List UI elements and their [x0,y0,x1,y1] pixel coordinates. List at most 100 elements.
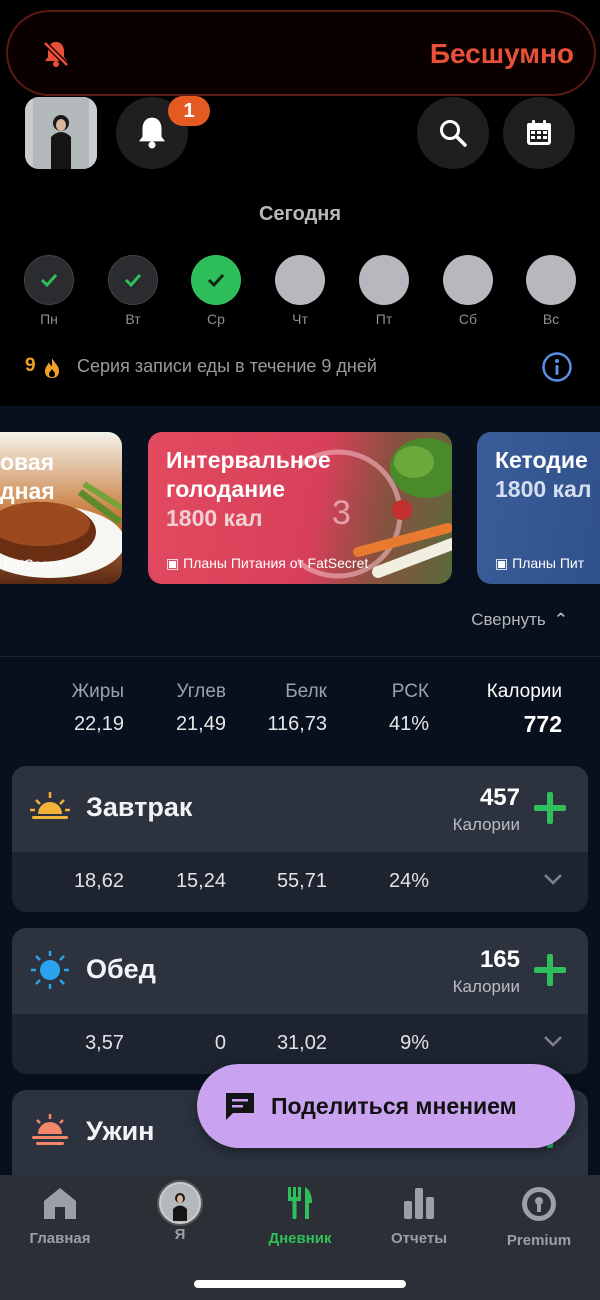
tab-diary[interactable]: Дневник [240,1185,360,1247]
plan-calories: 1800 кал [166,505,263,531]
plan-title-line1: Интервальное [166,447,331,473]
day-sun[interactable]: Вс [526,255,576,327]
totals-rdi: 41% [388,713,429,735]
tab-label: Отчеты [390,1230,448,1247]
totals-header-protein: Белк [285,681,327,702]
totals-calories: 772 [523,711,562,737]
notification-badge: 1 [168,96,210,126]
meal-protein: 55,71 [276,870,327,892]
map-icon: ▣ [495,555,509,571]
share-feedback-label: Поделиться мнением [271,1092,517,1119]
meal-calories-label: Калории [452,977,520,996]
meal-calories: 165 [479,946,520,973]
page-title: Сегодня [258,203,342,225]
tab-reports[interactable]: Отчеты [359,1185,479,1247]
meal-name: Завтрак [86,792,193,822]
totals-fat: 22,19 [73,713,124,735]
add-food-icon[interactable] [532,952,568,988]
add-food-icon[interactable] [532,790,568,826]
profile-avatar[interactable] [25,97,97,169]
search-button[interactable] [417,97,489,169]
totals-header-fat: Жиры [71,681,124,702]
tab-home[interactable]: Главная [0,1185,120,1247]
day-label: Вт [125,311,141,327]
meal-macros-row: 18,62 15,24 55,71 24% [12,852,588,912]
meal-breakfast[interactable]: Завтрак 457 Калории 18,62 15,24 55,71 24… [12,766,588,912]
plan-footer: ▣ Планы Питания от FatSecret [166,555,369,571]
meal-carbs: 0 [214,1032,226,1054]
bar-chart-icon [404,1188,434,1219]
meal-fat: 3,57 [85,1032,124,1054]
chat-feedback-icon [226,1093,254,1120]
check-icon [207,273,225,288]
day-thu[interactable]: Чт [275,255,325,327]
meal-name: Ужин [86,1116,155,1146]
plan-title-line2: дная [0,478,55,504]
silent-mode-banner: Бесшумно [6,10,596,96]
streak-row: 9 Серия записи еды в течение 9 дней [25,352,575,382]
sunrise-icon [30,792,70,819]
svg-text:3: 3 [332,494,351,532]
plan-title-line1: Кетодие [495,447,588,473]
plan-card-intermittent-fasting[interactable]: 3 Интервальное голодание 1800 кал ▣ План… [148,432,452,584]
home-icon [44,1188,76,1219]
streak-text: Серия записи еды в течение 9 дней [77,356,377,376]
totals-header-calories: Калории [486,681,562,702]
day-label: Вс [542,311,560,327]
fork-knife-icon [288,1187,312,1219]
day-mon[interactable]: Пн [24,255,74,327]
bell-icon [138,117,166,149]
meal-rdi: 24% [388,870,429,892]
chevron-down-icon[interactable] [542,1034,564,1048]
collapse-button[interactable]: Свернуть ⌃ [471,610,568,630]
plan-title-line2: голодание [166,476,286,502]
avatar [157,1180,203,1226]
plan-card[interactable]: овая дная FatSecret [0,432,122,584]
plan-calories: 1800 кал [495,476,592,502]
totals-header-carbs: Углев [176,681,226,702]
chevron-down-icon[interactable] [542,872,564,886]
tab-label: Дневник [268,1230,332,1247]
premium-badge-icon [522,1187,556,1221]
meal-rdi: 9% [400,1032,429,1054]
share-feedback-button[interactable]: Поделиться мнением [197,1064,575,1148]
bell-off-icon [42,40,70,68]
avatar-photo [25,97,97,169]
totals-header-rdi: РСК [391,681,429,702]
home-indicator [194,1280,406,1288]
calendar-button[interactable] [503,97,575,169]
calendar-icon [527,120,551,145]
plan-card-keto[interactable]: Кетодие 1800 кал ▣ Планы Пит [477,432,600,584]
day-label: Пн [40,311,58,327]
day-label: Ср [207,311,225,327]
meal-calories: 457 [479,784,520,811]
totals-protein: 116,73 [267,713,327,735]
day-label: Сб [458,311,478,327]
plan-footer: FatSecret [4,556,65,572]
meal-name: Обед [86,954,156,984]
day-fri[interactable]: Пт [359,255,409,327]
meal-lunch[interactable]: Обед 165 Калории 3,57 0 31,02 9% [12,928,588,1074]
meal-fat: 18,62 [73,870,124,892]
totals-carbs: 21,49 [175,713,226,735]
day-wed[interactable]: Ср [191,255,241,327]
day-tue[interactable]: Вт [108,255,158,327]
day-label: Чт [292,311,308,327]
search-icon [440,120,467,147]
tab-label: Главная [29,1230,91,1247]
meal-calories-label: Калории [452,815,520,834]
sun-icon [31,951,69,989]
tab-label: Я [174,1226,186,1243]
plan-title-line1: овая [0,449,55,475]
day-label: Пт [375,311,393,327]
tab-premium[interactable]: Premium [479,1185,599,1249]
sunset-icon [32,1114,68,1145]
day-sat[interactable]: Сб [443,255,493,327]
info-icon[interactable] [541,351,573,383]
check-icon [124,273,142,288]
flame-icon [45,358,59,378]
tab-me[interactable]: Я [120,1180,240,1243]
streak-count: 9 [25,355,36,376]
map-icon: ▣ [166,555,180,571]
divider [0,656,600,657]
